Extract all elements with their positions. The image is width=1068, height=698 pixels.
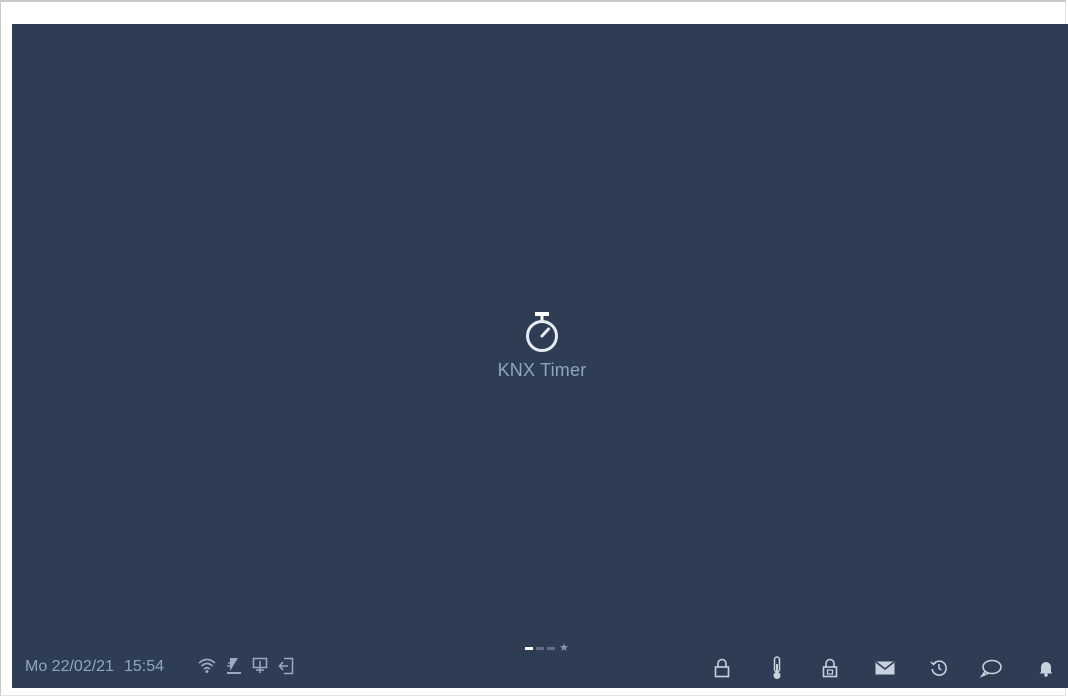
- quick-access-icons: [12, 656, 1068, 679]
- knx-timer-app[interactable]: KNX Timer: [482, 310, 602, 400]
- panel-screen: KNX Timer ★ Mo 22/02/21 15:54: [12, 24, 1068, 688]
- thermometer-icon[interactable]: [766, 656, 788, 679]
- mail-icon[interactable]: [874, 657, 896, 679]
- bell-icon[interactable]: [1035, 657, 1057, 679]
- history-icon[interactable]: [928, 657, 950, 679]
- chat-icon[interactable]: [979, 657, 1002, 679]
- lock-icon[interactable]: [711, 657, 733, 679]
- stopwatch-icon: [524, 310, 560, 354]
- status-bar: Mo 22/02/21 15:54: [12, 648, 1068, 688]
- app-label: KNX Timer: [497, 360, 587, 380]
- door-unlock-icon[interactable]: [819, 657, 841, 679]
